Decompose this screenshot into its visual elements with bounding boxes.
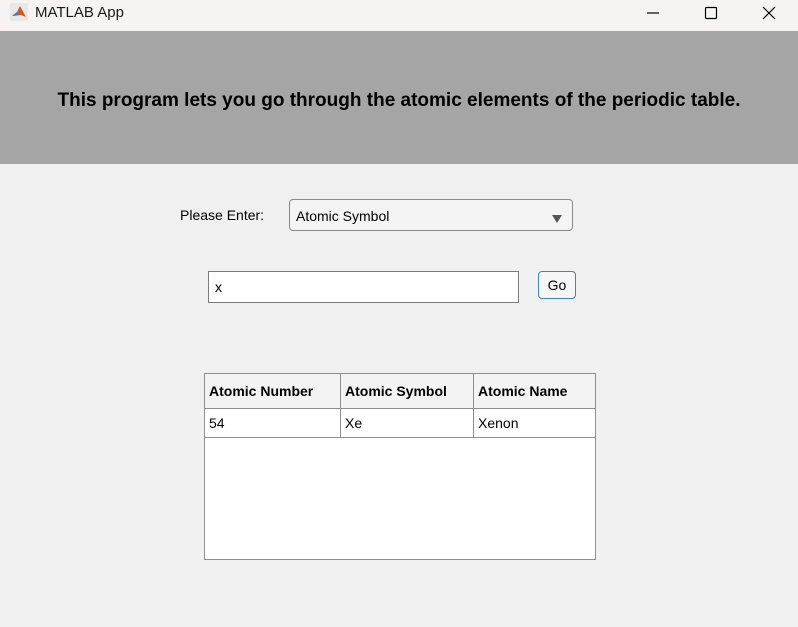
results-table: Atomic Number Atomic Symbol Atomic Name … bbox=[204, 373, 596, 560]
matlab-logo-icon bbox=[10, 3, 28, 21]
please-enter-label: Please Enter: bbox=[180, 207, 265, 223]
close-icon[interactable] bbox=[746, 0, 792, 26]
cell-atomic-symbol[interactable]: Xe bbox=[341, 409, 474, 437]
column-header-atomic-symbol[interactable]: Atomic Symbol bbox=[341, 374, 474, 408]
window-title: MATLAB App bbox=[35, 4, 124, 21]
minimize-icon[interactable] bbox=[630, 0, 676, 26]
maximize-icon[interactable] bbox=[688, 0, 734, 26]
dropdown-arrow-icon bbox=[551, 211, 563, 229]
search-type-dropdown[interactable]: Atomic Symbol bbox=[289, 199, 573, 231]
go-button[interactable]: Go bbox=[538, 271, 576, 299]
header-banner: This program lets you go through the ato… bbox=[0, 31, 798, 164]
search-input[interactable] bbox=[208, 271, 519, 303]
title-bar: MATLAB App bbox=[0, 0, 798, 31]
header-description: This program lets you go through the ato… bbox=[57, 89, 741, 111]
dropdown-selected-value: Atomic Symbol bbox=[296, 208, 390, 224]
column-header-atomic-name[interactable]: Atomic Name bbox=[474, 374, 595, 408]
cell-atomic-number[interactable]: 54 bbox=[205, 409, 341, 437]
column-header-atomic-number[interactable]: Atomic Number bbox=[205, 374, 341, 408]
table-row[interactable]: 54 Xe Xenon bbox=[205, 409, 595, 438]
cell-atomic-name[interactable]: Xenon bbox=[474, 409, 595, 437]
table-header: Atomic Number Atomic Symbol Atomic Name bbox=[205, 374, 595, 409]
